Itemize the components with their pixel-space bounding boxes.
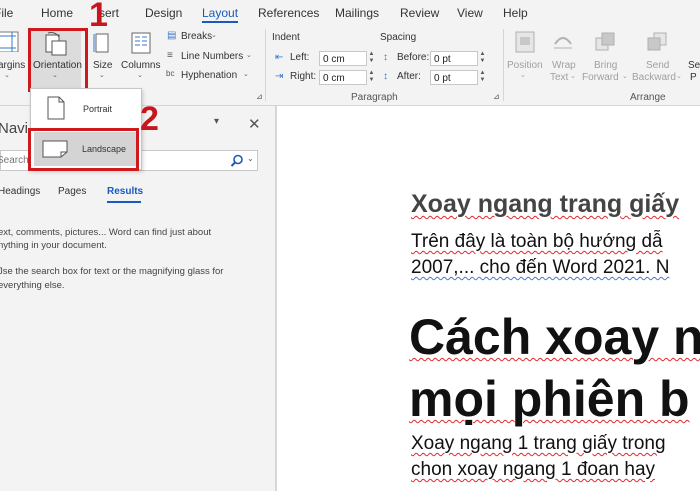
document-paragraph-1-line-1: Trên đây là toàn bộ hướng dẫ [411, 231, 663, 252]
bring-forward-line2[interactable]: Forward [582, 72, 619, 83]
chevron-down-icon[interactable]: ⌄ [247, 154, 254, 163]
chevron-down-icon: ⌄ [570, 73, 576, 80]
annotation-box-orientation [28, 28, 88, 92]
portrait-option[interactable]: Portrait [31, 89, 141, 127]
send-backward-line2[interactable]: Backward [632, 72, 676, 83]
pane-splitter[interactable] [275, 106, 277, 491]
results-help-line-2: nything in your document. [0, 240, 107, 251]
navigation-title: Navi [0, 120, 29, 137]
indent-right-icon: ⇥ [275, 71, 284, 82]
chevron-down-icon: ⌄ [243, 71, 249, 78]
tab-file[interactable]: File [0, 6, 13, 20]
spacing-after-spinner[interactable]: ▲ ▼ [478, 70, 487, 85]
annotation-box-landscape [28, 128, 139, 171]
hyphenation-icon: bc [166, 69, 175, 78]
tab-review[interactable]: Review [400, 6, 439, 20]
indent-left-label: Left: [290, 52, 310, 63]
tab-pages[interactable]: Pages [58, 186, 86, 197]
active-tab-indicator [107, 201, 141, 203]
bring-forward-icon [594, 30, 616, 54]
document-paragraph-1-line-2: 2007,... cho đến Word 2021. N [411, 257, 670, 278]
tab-headings[interactable]: Headings [0, 186, 40, 197]
indent-right-spinner[interactable]: ▲ ▼ [367, 70, 376, 85]
chevron-down-icon: ⌄ [246, 52, 252, 59]
annotation-step-1: 1 [89, 0, 108, 34]
document-heading-1-line-2: mọi phiên b [409, 371, 690, 427]
chevron-down-icon: ⌄ [99, 72, 105, 79]
results-help-line-4: everything else. [0, 280, 65, 291]
tab-references[interactable]: References [258, 6, 319, 20]
paragraph-group-label: Paragraph [351, 92, 398, 103]
spacing-after-input[interactable]: 0 pt [430, 70, 478, 85]
indent-title: Indent [272, 32, 300, 43]
tab-help[interactable]: Help [503, 6, 528, 20]
position-icon [514, 30, 536, 54]
columns-button[interactable]: Columns [121, 60, 160, 71]
wrap-text-line1[interactable]: Wrap [552, 60, 576, 71]
tab-view[interactable]: View [457, 6, 483, 20]
document-page[interactable]: Xoay ngang trang giấy Trên đây là toàn b… [277, 106, 700, 491]
pane-options-icon[interactable]: ▾ [214, 116, 219, 127]
tab-layout[interactable]: Layout [202, 6, 238, 20]
chevron-down-icon: ⌄ [676, 73, 682, 80]
page-setup-launcher-icon[interactable]: ⊿ [256, 92, 263, 101]
spacing-before-icon: ↕ [383, 52, 388, 63]
indent-left-icon: ⇤ [275, 52, 284, 63]
wrap-text-icon [552, 30, 574, 54]
search-icon[interactable] [230, 154, 244, 168]
send-backward-icon [646, 30, 668, 54]
chevron-down-icon: ⌄ [520, 72, 526, 79]
send-backward-line1[interactable]: Send [646, 60, 669, 71]
selection-pane-line1[interactable]: Sel [688, 60, 700, 71]
selection-pane-line2[interactable]: P [690, 72, 697, 83]
tab-home[interactable]: Home [41, 6, 73, 20]
paragraph-launcher-icon[interactable]: ⊿ [493, 92, 500, 101]
portrait-label: Portrait [83, 104, 113, 114]
line-numbers-button[interactable]: Line Numbers [181, 51, 243, 62]
document-heading-1-line-1: Cách xoay n [409, 309, 700, 365]
document-heading-2: Xoay ngang trang giấy [411, 190, 680, 218]
chevron-down-icon: ⌄ [4, 72, 10, 79]
spacing-after-label: After: [397, 71, 421, 82]
chevron-down-icon: ⌄ [622, 73, 628, 80]
document-paragraph-2-line-2: chon xoay ngang 1 đoan hay [411, 459, 656, 480]
group-separator [503, 29, 504, 101]
spacing-after-icon: ↕ [383, 71, 388, 82]
spacing-before-label: Before: [397, 52, 430, 63]
margins-button[interactable]: argins [0, 60, 25, 71]
breaks-icon: ▤ [167, 30, 177, 41]
size-button[interactable]: Size [93, 60, 112, 71]
tab-design[interactable]: Design [145, 6, 182, 20]
spacing-before-spinner[interactable]: ▲ ▼ [478, 51, 487, 66]
indent-right-input[interactable]: 0 cm [319, 70, 367, 85]
indent-left-spinner[interactable]: ▲ ▼ [367, 51, 376, 66]
results-help-line-1: ext, comments, pictures... Word can find… [0, 227, 212, 238]
group-separator [265, 29, 266, 101]
tab-results[interactable]: Results [107, 186, 143, 197]
size-icon [93, 32, 111, 54]
chevron-down-icon: ⌄ [211, 32, 217, 39]
indent-right-label: Right: [290, 71, 317, 82]
annotation-step-2: 2 [140, 100, 159, 138]
columns-icon [131, 32, 151, 54]
chevron-down-icon: ⌄ [137, 72, 143, 79]
portrait-page-icon [47, 96, 65, 120]
indent-left-input[interactable]: 0 cm [319, 51, 367, 66]
document-paragraph-2-line-1: Xoay ngang 1 trang giấy trong [411, 433, 666, 454]
bring-forward-line1[interactable]: Bring [594, 60, 617, 71]
position-button[interactable]: Position [507, 60, 543, 71]
tab-mailings[interactable]: Mailings [335, 6, 379, 20]
spacing-before-input[interactable]: 0 pt [430, 51, 478, 66]
breaks-button[interactable]: Breaks [181, 31, 212, 42]
results-help-line-3: Jse the search box for text or the magni… [0, 266, 224, 277]
search-placeholder: Search [0, 155, 29, 166]
active-tab-indicator [202, 21, 238, 23]
line-numbers-icon: ≡ [167, 50, 173, 61]
margins-icon [0, 30, 20, 53]
spacing-title: Spacing [380, 32, 417, 43]
arrange-group-label: Arrange [630, 92, 666, 103]
wrap-text-line2[interactable]: Text [550, 72, 568, 83]
close-icon[interactable]: ✕ [248, 115, 261, 133]
hyphenation-button[interactable]: Hyphenation [181, 70, 237, 81]
